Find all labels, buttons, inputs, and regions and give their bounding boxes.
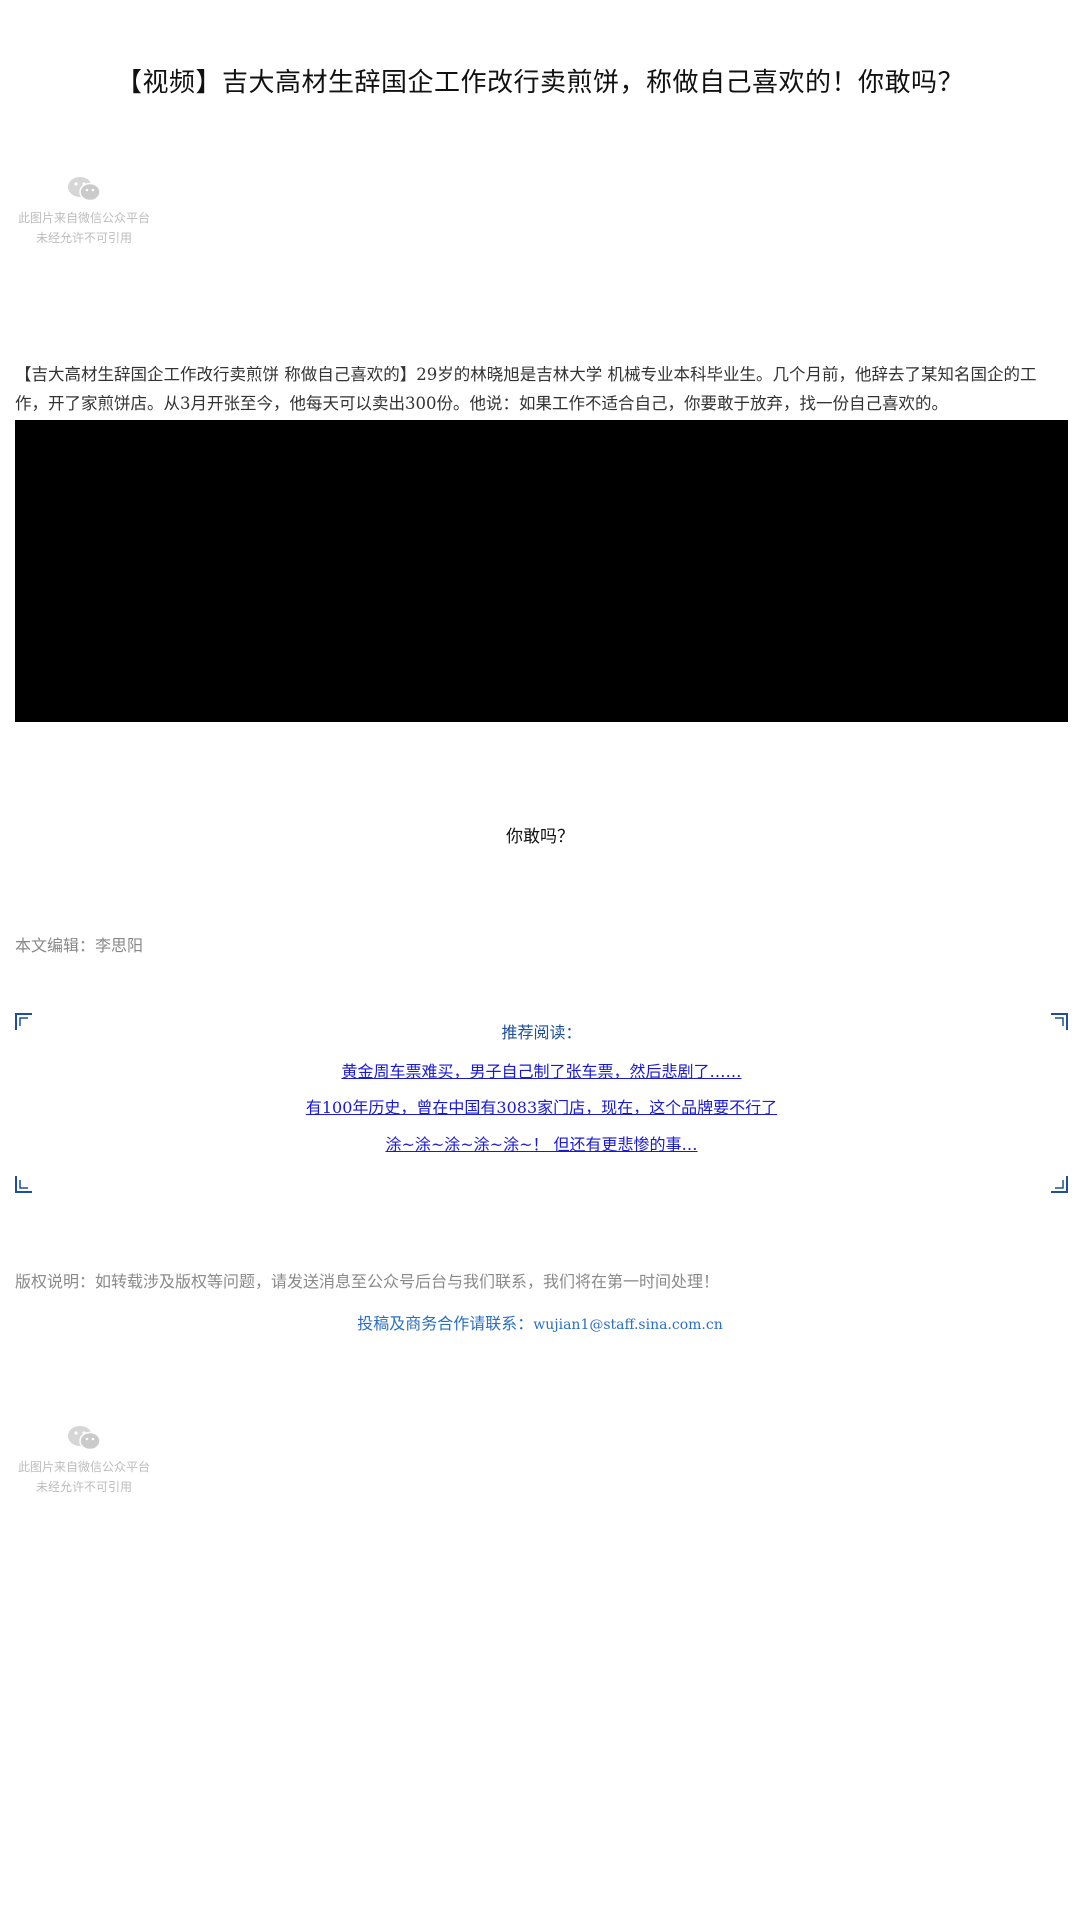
wechat-icon	[68, 1426, 101, 1451]
placeholder-line1: 此图片来自微信公众平台	[17, 211, 150, 225]
editor-credit: 本文编辑：李思阳	[15, 936, 144, 955]
article-intro: 【吉大高材生辞国企工作改行卖煎饼 称做自己喜欢的】29岁的林晓旭是吉林大学 机械…	[15, 365, 1037, 413]
article-page: 【视频】吉大高材生辞国企工作改行卖煎饼，称做自己喜欢的！你敢吗？ 此图片来自微信…	[0, 0, 1080, 1920]
placeholder-line1: 此图片来自微信公众平台	[17, 1460, 150, 1474]
contact-label: 投稿及商务合作请联系：	[357, 1314, 534, 1333]
corner-bracket-icon	[15, 1175, 33, 1193]
image-placeholder: 此图片来自微信公众平台 未经允许不可引用	[14, 176, 154, 248]
contact-email[interactable]: wujian1@staff.sina.com.cn	[533, 1317, 722, 1333]
article-title: 【视频】吉大高材生辞国企工作改行卖煎饼，称做自己喜欢的！你敢吗？	[115, 68, 964, 98]
recommend-title: 推荐阅读：	[501, 1023, 582, 1042]
recommend-box: 推荐阅读： 黄金周车票难买，男子自己制了张车票，然后悲剧了…… 有100年历史，…	[15, 1013, 1068, 1193]
corner-bracket-icon	[1050, 1175, 1068, 1193]
article-question: 你敢吗？	[506, 827, 574, 847]
recommend-link[interactable]: 黄金周车票难买，男子自己制了张车票，然后悲剧了……	[15, 1058, 1068, 1082]
video-player[interactable]	[15, 420, 1068, 722]
placeholder-line2: 未经允许不可引用	[35, 231, 132, 245]
recommend-link[interactable]: 有100年历史，曾在中国有3083家门店，现在，这个品牌要不行了	[15, 1094, 1068, 1118]
image-placeholder: 此图片来自微信公众平台 未经允许不可引用	[14, 1425, 154, 1497]
recommend-link[interactable]: 涂~涂~涂~涂~涂~！ 但还有更悲惨的事…	[15, 1131, 1068, 1155]
contact-line: 投稿及商务合作请联系：wujian1@staff.sina.com.cn	[0, 1310, 1080, 1334]
placeholder-line2: 未经允许不可引用	[35, 1480, 132, 1494]
wechat-icon	[68, 177, 101, 202]
copyright-notice: 版权说明：如转载涉及版权等问题，请发送消息至公众号后台与我们联系，我们将在第一时…	[15, 1272, 720, 1291]
